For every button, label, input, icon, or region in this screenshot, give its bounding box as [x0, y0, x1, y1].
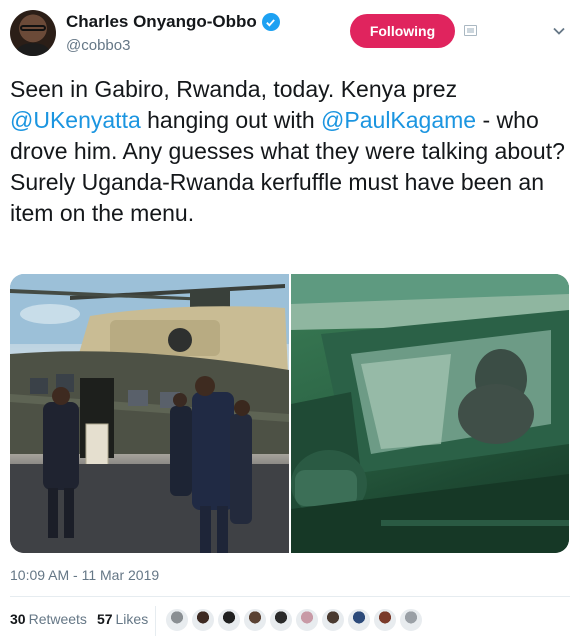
avatar-shirt: [16, 43, 50, 56]
liker-avatar[interactable]: [321, 608, 345, 632]
verified-badge-icon: [261, 13, 280, 31]
likes-count: 57: [96, 611, 113, 627]
tweet-stats: 30 Retweets 57 Likes: [10, 611, 148, 627]
tweet-header: Charles Onyango-Obbo @cobbo3 Following: [10, 10, 570, 60]
helicopter-photo[interactable]: [10, 274, 289, 553]
likes-label: Likes: [115, 611, 149, 627]
liker-avatar[interactable]: [373, 608, 397, 632]
stats-divider: [155, 606, 156, 636]
author-handle[interactable]: @cobbo3: [66, 37, 280, 54]
liker-avatar[interactable]: [217, 608, 241, 632]
tweet-media: [10, 274, 569, 553]
car-scene: [291, 274, 569, 553]
retweets-stat[interactable]: 30 Retweets: [10, 611, 87, 627]
retweets-label: Retweets: [28, 611, 87, 627]
liker-avatar[interactable]: [295, 608, 319, 632]
mention-paulkagame-link[interactable]: @PaulKagame: [321, 107, 476, 133]
tweet-text: Seen in Gabiro, Rwanda, today. Kenya pre…: [10, 74, 574, 229]
divider: [10, 596, 570, 597]
tweet-timestamp[interactable]: 10:09 AM - 11 Mar 2019: [10, 567, 159, 583]
car-photo[interactable]: [291, 274, 569, 553]
liker-avatar[interactable]: [347, 608, 371, 632]
liker-avatar[interactable]: [399, 608, 423, 632]
avatar-glasses: [20, 25, 46, 31]
retweets-count: 30: [10, 611, 26, 627]
following-button[interactable]: Following: [350, 14, 455, 48]
liker-avatar[interactable]: [243, 608, 267, 632]
tweet-text-part: hanging out with: [140, 107, 322, 133]
liker-avatar[interactable]: [165, 608, 189, 632]
helicopter-scene: [10, 274, 289, 553]
author-avatar[interactable]: [10, 10, 56, 56]
chevron-down-icon[interactable]: [552, 24, 566, 38]
tweet-text-part: Seen in Gabiro, Rwanda, today. Kenya pre…: [10, 76, 458, 102]
profile-card-icon[interactable]: [464, 25, 477, 36]
liker-avatars: [165, 608, 423, 632]
author-name[interactable]: Charles Onyango-Obbo: [66, 12, 280, 32]
mention-ukenyatta-link[interactable]: @UKenyatta: [10, 107, 141, 133]
liker-avatar[interactable]: [191, 608, 215, 632]
author-block[interactable]: Charles Onyango-Obbo @cobbo3: [66, 12, 280, 54]
liker-avatar[interactable]: [269, 608, 293, 632]
likes-stat[interactable]: 57 Likes: [97, 611, 148, 627]
author-name-text[interactable]: Charles Onyango-Obbo: [66, 12, 257, 32]
